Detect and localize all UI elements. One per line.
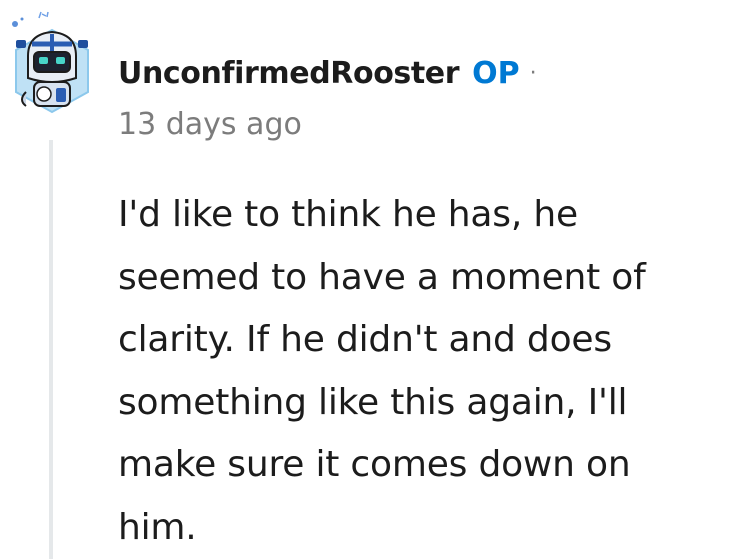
comment-body-line: clarity. If he didn't and does xyxy=(118,319,612,360)
robot-avatar-icon xyxy=(12,11,89,114)
meta-separator: · xyxy=(529,61,537,86)
thread-line[interactable] xyxy=(49,140,53,559)
comment-body-line: I'd like to think he has, he xyxy=(118,194,578,235)
comment-timestamp[interactable]: 13 days ago xyxy=(118,107,302,142)
avatar[interactable] xyxy=(8,4,96,116)
author-username[interactable]: UnconfirmedRooster xyxy=(118,56,460,91)
comment-body-line: him. xyxy=(118,506,197,548)
comment-body: I'd like to think he has, he seemed to h… xyxy=(118,184,718,559)
comment-body-line: something like this again, I'll xyxy=(118,381,628,423)
op-badge: OP xyxy=(472,56,520,91)
comment-header: UnconfirmedRooster OP · xyxy=(118,56,537,91)
comment-body-line: make sure it comes down on xyxy=(118,444,631,485)
comment-body-line: seemed to have a moment of xyxy=(118,256,646,298)
